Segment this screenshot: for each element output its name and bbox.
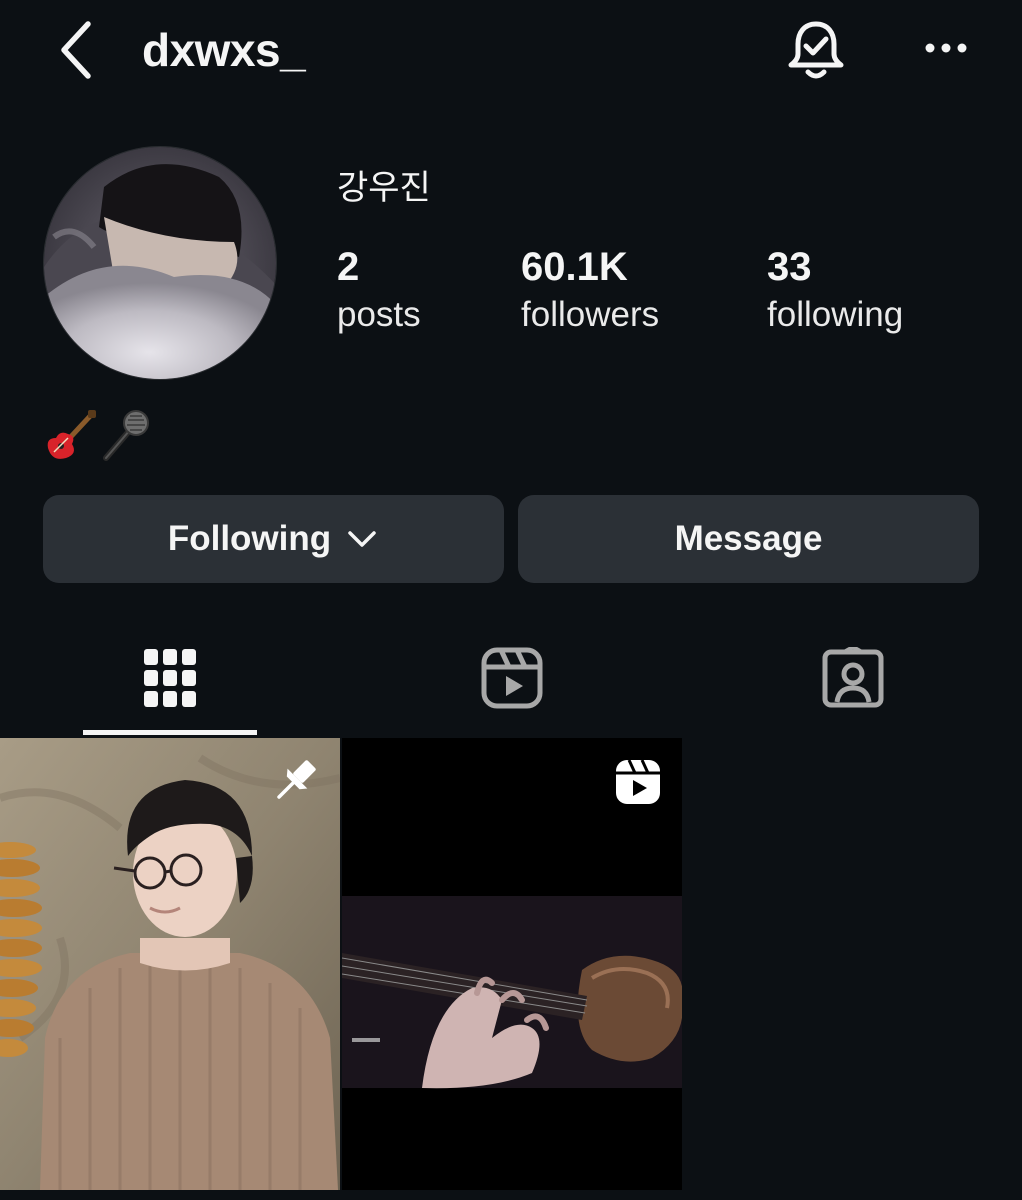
tab-tagged[interactable] (766, 638, 940, 718)
followers-count[interactable]: 60.1K followers (521, 244, 659, 340)
message-button-label: Message (674, 519, 823, 558)
following-button-label: Following (167, 519, 332, 558)
tagged-icon (822, 647, 884, 708)
stat-label: followers (521, 295, 660, 334)
profile-bio (44, 408, 154, 464)
tab-posts-grid[interactable] (83, 638, 257, 718)
top-bar: dxwxs_ (0, 0, 1022, 100)
following-count[interactable]: 33 following (767, 244, 903, 340)
stat-value: 2 (337, 245, 360, 289)
stat-label: posts (337, 295, 421, 334)
pin-icon (277, 760, 316, 799)
stat-value: 60.1K (521, 245, 628, 289)
message-button[interactable]: Message (518, 495, 979, 583)
more-horizontal-icon[interactable] (918, 26, 974, 70)
stat-label: following (767, 295, 904, 334)
posts-count[interactable]: 2 posts (337, 244, 421, 340)
stat-value: 33 (767, 245, 812, 289)
avatar-photo (44, 147, 276, 379)
chevron-down-icon (348, 531, 376, 547)
post-thumbnail[interactable] (0, 738, 340, 1190)
grid-icon (144, 649, 196, 707)
following-button[interactable]: Following (43, 495, 504, 583)
chevron-left-icon[interactable] (50, 18, 100, 82)
profile-full-name: 강우진 (337, 168, 431, 208)
reels-icon (481, 647, 543, 709)
profile-username: dxwxs_ (142, 24, 306, 76)
reel-thumbnail[interactable] (342, 738, 682, 1190)
microphone-emoji (103, 410, 149, 461)
guitar-emoji (47, 410, 96, 459)
active-tab-indicator (83, 730, 257, 735)
reels-icon (616, 759, 660, 804)
tab-reels[interactable] (425, 638, 599, 718)
profile-avatar[interactable] (43, 146, 277, 380)
bell-check-icon[interactable] (784, 18, 848, 84)
